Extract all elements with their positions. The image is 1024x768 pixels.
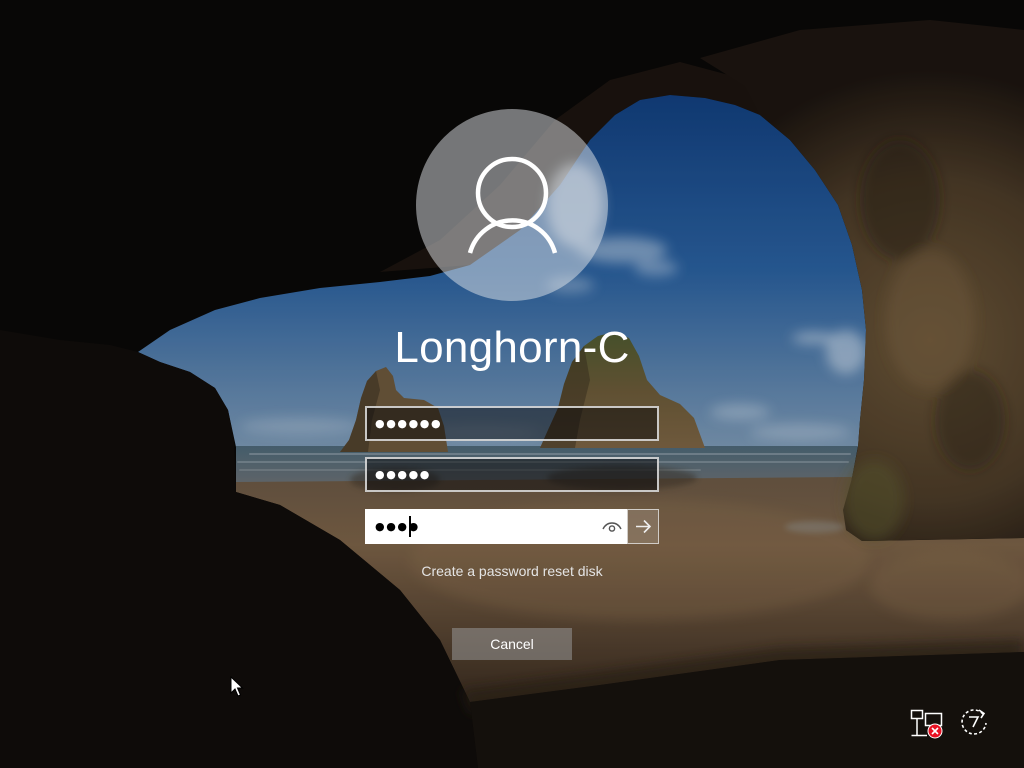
arrow-right-icon-shape [636, 519, 652, 534]
cancel-button[interactable]: Cancel [452, 628, 572, 660]
ease-of-access-button[interactable] [957, 705, 991, 739]
ease-of-access-icon [961, 709, 987, 735]
mouse-pointer-shape [230, 676, 244, 697]
submit-button[interactable] [627, 509, 659, 544]
network-button[interactable] [909, 707, 945, 739]
mouse-pointer-icon [230, 676, 244, 697]
arrow-right-icon [636, 519, 652, 534]
reveal-password-button[interactable] [601, 518, 623, 535]
eye-icon [602, 522, 622, 532]
old-password-field[interactable] [365, 406, 659, 441]
user-icon-head [475, 156, 549, 230]
network-icon-small-monitor [910, 709, 924, 720]
network-icon-cable [911, 718, 927, 737]
ease-icon-hand [969, 716, 980, 728]
ease-icon-arrow [978, 709, 986, 719]
user-avatar [416, 109, 608, 301]
eye-icon-pupil [608, 525, 616, 532]
confirm-password-field[interactable] [365, 509, 627, 544]
reset-disk-row: Create a password reset disk [0, 561, 1024, 581]
user-name: Longhorn-C [394, 323, 630, 372]
text-caret [409, 516, 411, 537]
user-icon [467, 156, 558, 254]
ease-icon-dashed-ring [961, 709, 987, 735]
network-disconnected-icon [910, 709, 943, 739]
create-password-reset-disk-link[interactable]: Create a password reset disk [421, 563, 602, 579]
new-password-field[interactable] [365, 457, 659, 492]
